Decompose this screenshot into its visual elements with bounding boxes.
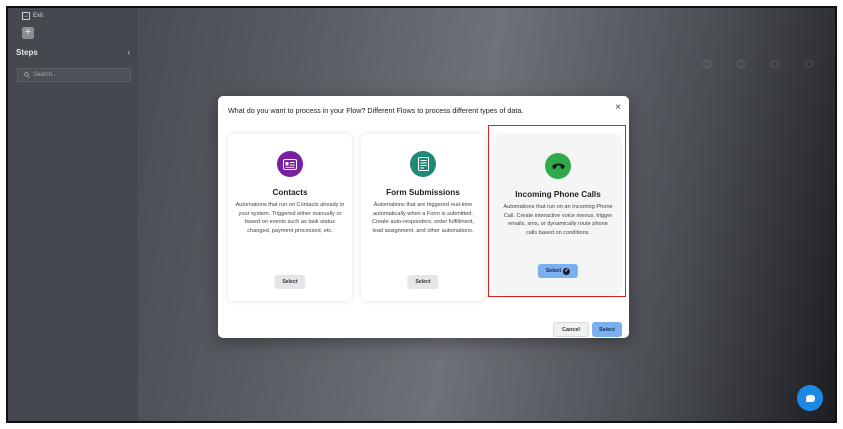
form-submissions-select-button[interactable]: Select [407,275,439,289]
exit-button[interactable]: → Exit [22,12,43,20]
card-description: Automations that run on an Incoming Phon… [503,204,613,236]
steps-search-input[interactable]: Search... [17,68,131,82]
settings-icon[interactable] [805,60,813,68]
canvas-toolbar [703,60,813,68]
card-title: Contacts [272,188,308,197]
phone-icon [545,153,571,179]
contacts-select-button[interactable]: Select [274,275,306,289]
card-description: Automations that are triggered real-time… [372,202,474,234]
search-placeholder: Search... [33,72,58,78]
card-title: Incoming Phone Calls [515,190,601,199]
chat-icon [805,394,815,402]
form-submissions-card[interactable]: Form Submissions Automations that are tr… [361,134,485,301]
steps-title: Steps [16,47,38,57]
steps-header: Steps ‹ [8,44,138,60]
fit-view-icon[interactable] [771,60,779,68]
flow-type-modal: What do you want to process in your Flow… [218,96,629,338]
search-icon [24,72,30,78]
incoming-phone-calls-card[interactable]: Incoming Phone Calls Automations that ru… [496,136,620,294]
zoom-in-icon[interactable] [703,60,711,68]
card-description: Automations that run on Contacts already… [235,202,345,234]
incoming-phone-calls-select-button[interactable]: Select ✓ [537,264,579,278]
app-window: → Exit + Steps ‹ Search... What do you w… [6,6,837,423]
card-title: Form Submissions [386,188,460,197]
contact-card-icon [277,151,303,177]
zoom-out-icon[interactable] [737,60,745,68]
form-document-icon [410,151,436,177]
select-label: Select [545,268,562,274]
close-icon[interactable]: × [615,103,621,113]
exit-label: Exit [33,13,44,19]
steps-sidebar: → Exit + Steps ‹ Search... [8,8,138,421]
add-step-button[interactable]: + [22,27,34,39]
cancel-button[interactable]: Cancel [553,322,589,337]
collapse-sidebar-icon[interactable]: ‹ [127,48,130,57]
modal-title: What do you want to process in your Flow… [228,106,524,115]
exit-icon: → [22,12,30,20]
contacts-card[interactable]: Contacts Automations that run on Contact… [228,134,352,301]
checkmark-icon: ✓ [563,267,571,275]
chat-widget-button[interactable] [797,385,823,411]
select-button[interactable]: Select [592,322,622,337]
